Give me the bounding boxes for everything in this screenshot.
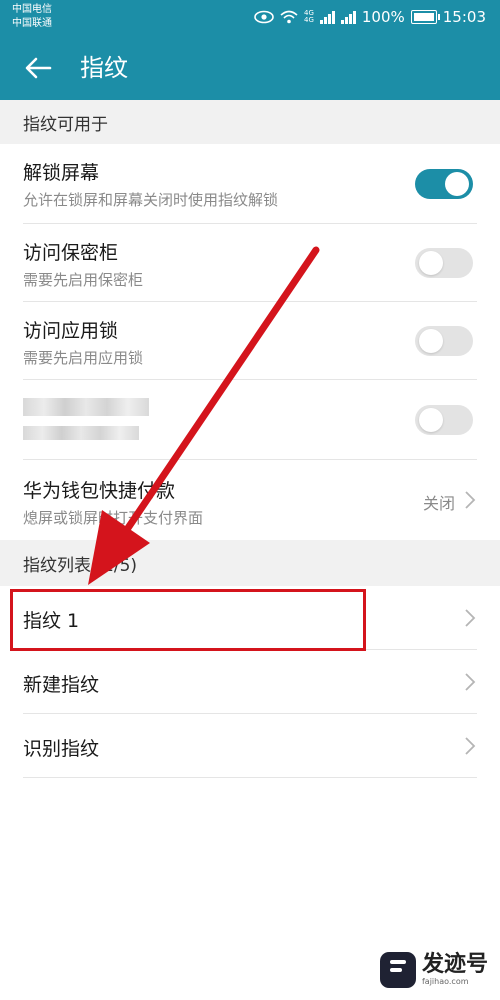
section-header-usage: 指纹可用于 (0, 100, 500, 144)
row-title: 访问应用锁 (23, 320, 119, 342)
row-new-fingerprint[interactable]: 新建指纹 (0, 650, 500, 714)
annotation-highlight-box (10, 589, 366, 651)
blurred-title (23, 398, 149, 416)
status-icons: 4G 4G 100% 15:03 (254, 8, 486, 26)
row-identify-fingerprint[interactable]: 识别指纹 (0, 714, 500, 778)
blurred-subtitle (23, 426, 139, 440)
watermark-logo: 发迹号 fajihao.com (379, 952, 488, 988)
row-app-lock[interactable]: 访问应用锁 需要先启用应用锁 (0, 302, 500, 380)
row-title: 华为钱包快捷付款 (23, 480, 176, 502)
app-bar: 指纹 (0, 36, 500, 100)
status-bar: 中国电信 中国联通 4G 4G 100% 15:03 (0, 0, 500, 36)
chevron-right-icon (465, 673, 476, 691)
network-tag-2: 4G (303, 16, 314, 24)
battery-percent: 100% (361, 8, 405, 26)
section-header-list: 指纹列表 (1/5) (0, 540, 500, 586)
clock: 15:03 (442, 8, 486, 26)
row-title: 解锁屏幕 (23, 162, 100, 184)
signal-icon-1 (319, 10, 335, 24)
row-subtitle: 需要先启用保密柜 (23, 271, 144, 289)
row-title: 访问保密柜 (23, 242, 119, 264)
row-subtitle: 熄屏或锁屏时打开支付界面 (23, 509, 204, 527)
network-type-icon: 4G 4G (304, 10, 314, 24)
row-wallet-quick-pay[interactable]: 华为钱包快捷付款 熄屏或锁屏时打开支付界面 关闭 (0, 460, 500, 540)
carrier-1: 中国电信 (12, 4, 52, 15)
wifi-icon (280, 10, 298, 24)
watermark-name: 发迹号 (421, 952, 488, 977)
chevron-right-icon (465, 737, 476, 755)
row-secure-box[interactable]: 访问保密柜 需要先启用保密柜 (0, 224, 500, 302)
watermark-url: fajihao.com (421, 977, 469, 986)
row-title: 识别指纹 (23, 738, 100, 760)
wallet-pay-status: 关闭 (422, 494, 455, 513)
eye-icon (254, 10, 274, 24)
divider (23, 777, 477, 778)
carrier-info: 中国电信 中国联通 (12, 3, 52, 31)
row-blurred[interactable] (0, 380, 500, 460)
row-unlock-screen[interactable]: 解锁屏幕 允许在锁屏和屏幕关闭时使用指纹解锁 (0, 144, 500, 224)
carrier-2: 中国联通 (12, 18, 52, 29)
app-lock-toggle[interactable] (415, 326, 473, 356)
unlock-screen-toggle[interactable] (415, 169, 473, 199)
chevron-right-icon (465, 609, 476, 627)
secure-box-toggle[interactable] (415, 248, 473, 278)
brand-logo-icon (379, 952, 416, 988)
row-subtitle: 需要先启用应用锁 (23, 349, 144, 367)
signal-icon-2 (340, 10, 356, 24)
row-title: 新建指纹 (23, 674, 100, 696)
row-subtitle: 允许在锁屏和屏幕关闭时使用指纹解锁 (23, 191, 279, 209)
back-arrow-icon[interactable] (22, 52, 54, 84)
chevron-right-icon (465, 491, 476, 509)
page-title: 指纹 (80, 54, 128, 82)
blurred-option-toggle[interactable] (415, 405, 473, 435)
battery-icon (410, 10, 440, 24)
